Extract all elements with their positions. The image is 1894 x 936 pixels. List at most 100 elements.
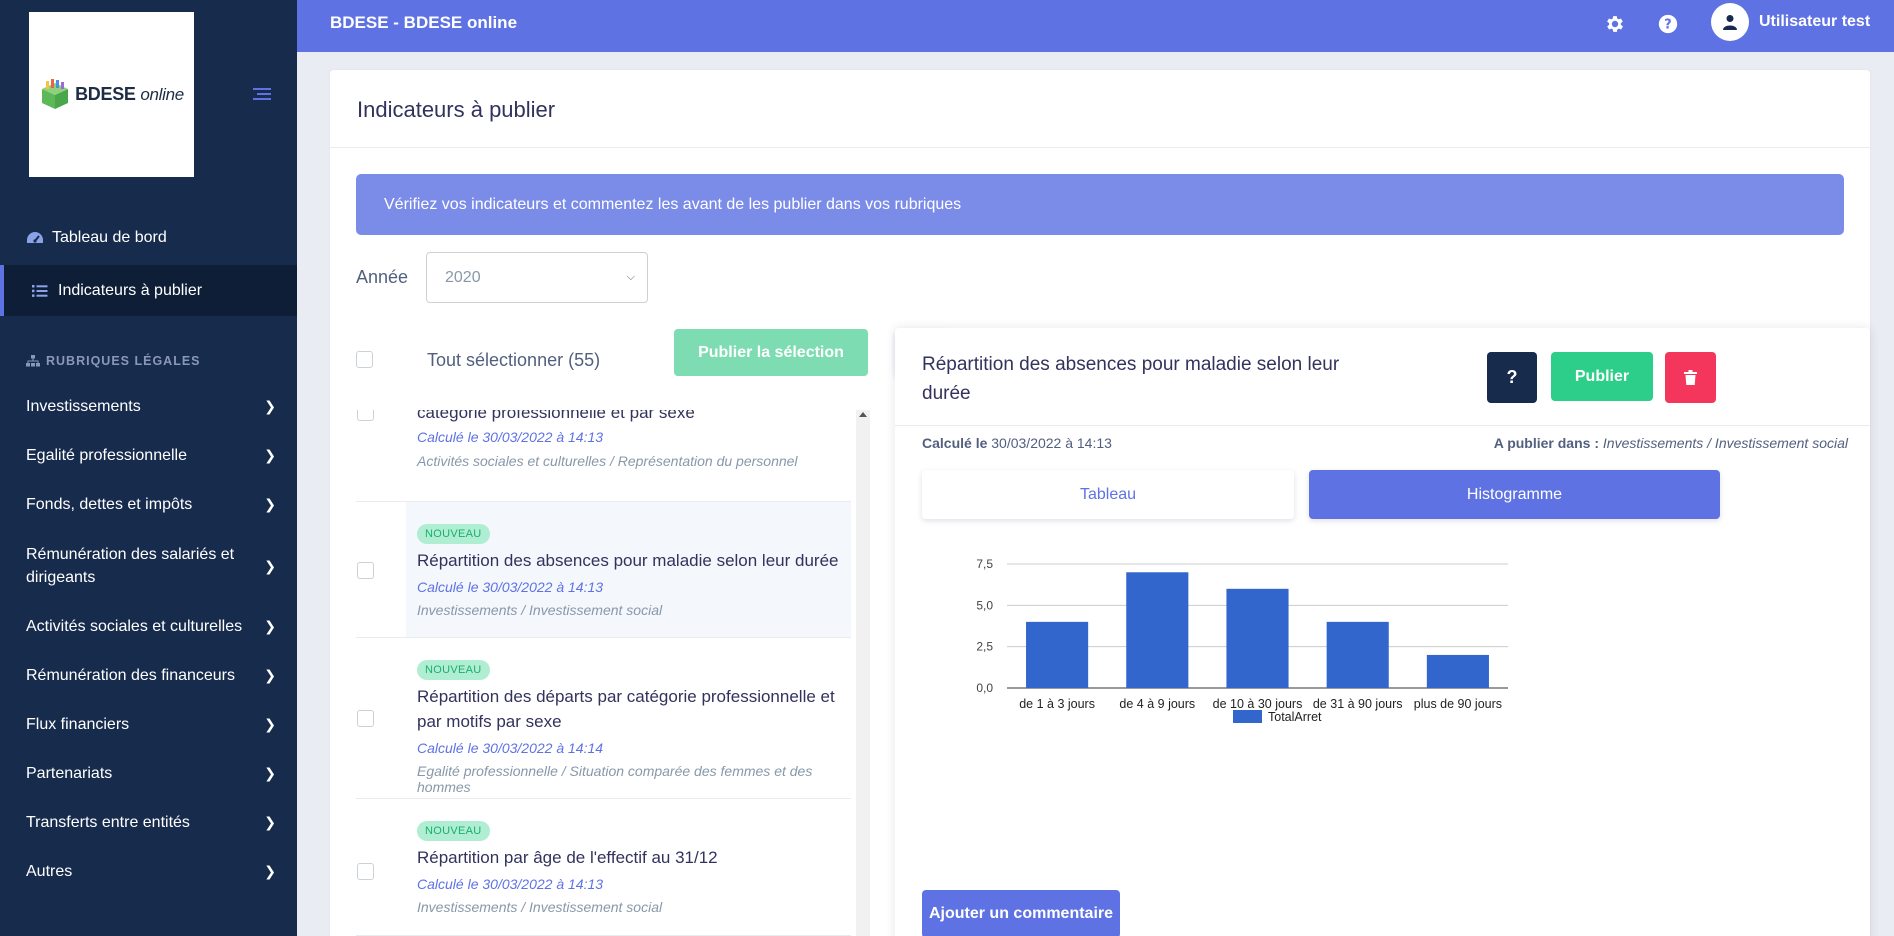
legend-swatch	[1233, 710, 1262, 723]
nav-label: Indicateurs à publier	[58, 281, 203, 299]
item-checkbox[interactable]	[357, 863, 374, 880]
bar	[1426, 654, 1489, 688]
x-tick-label: de 1 à 3 jours	[1019, 697, 1095, 711]
rubrique-egalite-professionnelle[interactable]: Egalité professionnelle ❯	[26, 444, 276, 467]
item-checkbox[interactable]	[357, 410, 374, 421]
legend-label: TotalArret	[1268, 710, 1322, 724]
rubrique-autres[interactable]: Autres ❯	[26, 860, 276, 883]
gear-icon[interactable]	[1604, 13, 1626, 35]
year-select[interactable]: 2020 ⌵	[426, 252, 648, 303]
new-badge: NOUVEAU	[417, 524, 490, 544]
rubrique-investissements[interactable]: Investissements ❯	[26, 395, 276, 418]
chevron-right-icon: ❯	[264, 814, 276, 830]
chevron-right-icon: ❯	[264, 863, 276, 879]
bar	[1026, 621, 1089, 688]
bar	[1126, 572, 1189, 688]
item-checkbox[interactable]	[357, 562, 374, 579]
item-path: Egalité professionnelle / Situation comp…	[417, 763, 813, 795]
rubrique-partenariats[interactable]: Partenariats ❯	[26, 762, 276, 785]
rubrique-transferts[interactable]: Transferts entre entités ❯	[26, 811, 276, 834]
user-name: Utilisateur test	[1759, 13, 1871, 30]
select-all-label[interactable]: Tout sélectionner (55)	[427, 350, 600, 371]
item-checkbox[interactable]	[357, 710, 374, 727]
chevron-right-icon: ❯	[264, 618, 276, 634]
chevron-right-icon: ❯	[264, 398, 276, 414]
section-rubriques-legales: RUBRIQUES LÉGALES	[26, 354, 201, 368]
chevron-right-icon: ❯	[264, 447, 276, 463]
list-item[interactable]: NOUVEAU Répartition des départs par caté…	[356, 638, 851, 799]
item-calc-date: Calculé le 30/03/2022 à 14:14	[417, 740, 604, 756]
item-calc-date: Calculé le 30/03/2022 à 14:13	[417, 876, 604, 892]
chevron-right-icon: ❯	[264, 557, 276, 574]
year-label: Année	[356, 267, 409, 287]
svg-text:?: ?	[1664, 18, 1671, 33]
divider	[330, 147, 1870, 148]
item-title: Répartition des absences pour maladie se…	[417, 551, 839, 570]
chevron-right-icon: ❯	[264, 667, 276, 683]
rubrique-remuneration-financeurs[interactable]: Rémunération des financeurs ❯	[26, 664, 276, 687]
bar	[1226, 588, 1289, 688]
nav-label: Tableau de bord	[52, 229, 167, 246]
page-title: Indicateurs à publier	[357, 97, 556, 122]
list-icon	[32, 284, 52, 298]
rubrique-activites-sociales[interactable]: Activités sociales et culturelles ❯	[26, 615, 276, 638]
dashboard-icon	[26, 231, 46, 245]
help-button[interactable]: ?	[1487, 352, 1537, 403]
avatar	[1711, 3, 1749, 41]
delete-button[interactable]	[1665, 352, 1716, 403]
tab-histogramme[interactable]: Histogramme	[1309, 470, 1720, 519]
select-all-checkbox[interactable]	[356, 351, 373, 368]
publish-button[interactable]: Publier	[1551, 352, 1653, 401]
logo-cube-icon	[42, 78, 69, 109]
nav-tableau-de-bord[interactable]: Tableau de bord	[0, 225, 297, 251]
calc-info: Calculé le 30/03/2022 à 14:13	[922, 435, 1112, 451]
item-title: catégorie professionnelle et par sexe	[417, 410, 695, 422]
x-tick-label: de 10 à 30 jours	[1213, 697, 1303, 711]
x-tick-label: de 31 à 90 jours	[1313, 697, 1403, 711]
new-badge: NOUVEAU	[417, 821, 490, 841]
chevron-right-icon: ❯	[264, 765, 276, 781]
detail-title: Répartition des absences pour maladie se…	[922, 354, 1340, 404]
publish-destination: A publier dans : Investissements / Inves…	[1493, 435, 1848, 451]
detail-panel: Répartition des absences pour maladie se…	[895, 328, 1870, 936]
app-title: BDESE - BDESE online	[330, 13, 518, 32]
user-menu[interactable]: Utilisateur test	[1711, 3, 1870, 41]
topbar: BDESE - BDESE online ? Utilisateur test	[297, 0, 1894, 52]
x-tick-label: plus de 90 jours	[1414, 697, 1502, 711]
y-tick-label: 7,5	[976, 557, 993, 571]
x-tick-label: de 4 à 9 jours	[1119, 697, 1195, 711]
scroll-up-arrow-icon[interactable]	[859, 412, 867, 417]
sidebar: BDESE online Tableau de bord Indicateurs…	[0, 0, 297, 936]
bar	[1326, 621, 1389, 688]
trash-icon	[1684, 370, 1697, 385]
list-item[interactable]: NOUVEAU Répartition des absences pour ma…	[356, 502, 851, 638]
item-path: Investissements / Investissement social	[417, 899, 663, 915]
indicator-list[interactable]: catégorie professionnelle et par sexe Ca…	[356, 410, 851, 936]
y-tick-label: 0,0	[976, 681, 993, 695]
chevron-right-icon: ❯	[264, 716, 276, 732]
divider	[895, 425, 1870, 426]
chevron-right-icon: ❯	[264, 496, 276, 512]
y-tick-label: 2,5	[976, 640, 993, 654]
main-card: Indicateurs à publier Vérifiez vos indic…	[330, 70, 1870, 936]
item-calc-date: Calculé le 30/03/2022 à 14:13	[417, 429, 604, 445]
list-scrollbar[interactable]	[856, 410, 870, 936]
rubrique-fonds-dettes-impots[interactable]: Fonds, dettes et impôts ❯	[26, 493, 276, 516]
help-circle-icon[interactable]: ?	[1657, 13, 1679, 35]
add-comment-button[interactable]: Ajouter un commentaire	[922, 890, 1120, 936]
list-item[interactable]: NOUVEAU Répartition par âge de l'effecti…	[356, 799, 851, 936]
info-alert: Vérifiez vos indicateurs et commentez le…	[356, 174, 1844, 235]
tab-tableau[interactable]: Tableau	[922, 470, 1294, 519]
nav-indicateurs-a-publier[interactable]: Indicateurs à publier	[0, 265, 297, 316]
new-badge: NOUVEAU	[417, 660, 490, 680]
sidebar-toggle-icon[interactable]	[249, 86, 271, 102]
list-item[interactable]: catégorie professionnelle et par sexe Ca…	[356, 410, 851, 502]
item-title: Répartition des départs par catégorie pr…	[417, 687, 835, 731]
rubrique-flux-financiers[interactable]: Flux financiers ❯	[26, 713, 276, 736]
logo[interactable]: BDESE online	[29, 12, 194, 177]
publish-selection-button[interactable]: Publier la sélection	[674, 329, 868, 376]
chevron-down-icon: ⌵	[626, 271, 635, 283]
rubrique-remuneration-salaries[interactable]: Rémunération des salariés et dirigeants ❯	[26, 543, 276, 589]
item-calc-date: Calculé le 30/03/2022 à 14:13	[417, 579, 604, 595]
item-path: Activités sociales et culturelles / Repr…	[417, 453, 798, 469]
